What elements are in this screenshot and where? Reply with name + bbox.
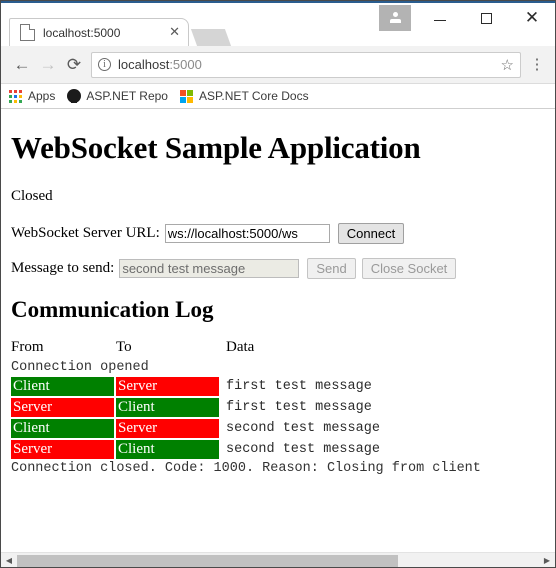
server-url-row: WebSocket Server URL: Connect xyxy=(11,223,545,244)
endpoint-badge: Client xyxy=(116,398,219,417)
close-socket-button[interactable]: Close Socket xyxy=(361,258,457,279)
message-row: Message to send: Send Close Socket xyxy=(11,258,545,279)
bookmark-aspnet-repo-label: ASP.NET Repo xyxy=(86,89,168,103)
tab-title: localhost:5000 xyxy=(43,25,121,40)
table-row: Connection closed. Code: 1000. Reason: C… xyxy=(11,460,481,477)
log-data-cell: second test message xyxy=(226,442,380,457)
tab-close-icon[interactable]: ✕ xyxy=(167,25,182,40)
horizontal-scrollbar[interactable]: ◀ ▶ xyxy=(1,552,555,568)
table-row: Client Server second test message xyxy=(11,418,481,439)
bookmark-star-icon[interactable]: ☆ xyxy=(497,56,514,74)
log-from-cell: Client xyxy=(11,418,116,439)
log-from-cell: Server xyxy=(11,439,116,460)
log-to-cell: Server xyxy=(116,376,226,397)
title-bar: ✕ localhost:5000 ✕ xyxy=(1,1,555,46)
back-button[interactable]: ← xyxy=(9,52,35,78)
forward-button: → xyxy=(39,54,57,74)
browser-toolbar: ← → ⟳ i localhost:5000 ☆ ⋮ xyxy=(1,46,555,84)
tab-strip: localhost:5000 ✕ xyxy=(1,18,555,46)
page-favicon-icon xyxy=(20,24,35,41)
scroll-left-arrow-icon[interactable]: ◀ xyxy=(1,553,17,568)
server-url-input[interactable] xyxy=(164,224,330,243)
log-header-row: From To Data xyxy=(11,339,481,359)
reload-button[interactable]: ⟳ xyxy=(61,52,87,78)
address-bar-url: localhost:5000 xyxy=(118,57,497,72)
endpoint-badge: Server xyxy=(11,440,114,459)
communication-log-heading: Communication Log xyxy=(11,297,214,322)
message-label: Message to send: xyxy=(11,260,115,276)
microsoft-icon xyxy=(179,89,193,103)
column-header-to: To xyxy=(116,339,132,355)
site-info-icon[interactable]: i xyxy=(98,58,111,71)
page-viewport: WebSocket Sample Application Closed WebS… xyxy=(1,109,555,568)
apps-grid-icon xyxy=(9,89,22,103)
bookmark-apps-label: Apps xyxy=(28,89,56,103)
endpoint-badge: Server xyxy=(116,419,219,438)
url-host: localhost xyxy=(118,57,170,72)
log-table-body: Connection opened Client Server first test … xyxy=(11,359,481,477)
column-header-data: Data xyxy=(226,339,255,355)
endpoint-badge: Server xyxy=(11,398,114,417)
scrollbar-track[interactable] xyxy=(17,553,539,568)
table-row: Server Client first test message xyxy=(11,397,481,418)
url-port: :5000 xyxy=(169,57,202,72)
log-from-cell: Client xyxy=(11,376,116,397)
scrollbar-thumb[interactable] xyxy=(17,554,399,567)
send-button[interactable]: Send xyxy=(307,258,356,279)
table-row: Connection opened xyxy=(11,359,481,376)
browser-menu-icon[interactable]: ⋮ xyxy=(527,57,547,72)
address-bar[interactable]: i localhost:5000 ☆ xyxy=(91,51,521,78)
endpoint-badge: Client xyxy=(11,377,114,396)
bookmark-apps[interactable]: Apps xyxy=(9,89,55,103)
endpoint-badge: Client xyxy=(11,419,114,438)
scroll-right-arrow-icon[interactable]: ▶ xyxy=(539,553,555,568)
log-to-cell: Client xyxy=(116,439,226,460)
log-data-cell: first test message xyxy=(226,379,372,394)
bookmarks-bar: Apps ASP.NET Repo ASP.NET Core Docs xyxy=(1,84,555,109)
log-to-cell: Server xyxy=(116,418,226,439)
log-table-head: From To Data xyxy=(11,339,481,359)
table-row: Client Server first test message xyxy=(11,376,481,397)
connect-button[interactable]: Connect xyxy=(337,223,405,244)
browser-window: ✕ localhost:5000 ✕ ← → ⟳ i localhost:500… xyxy=(0,0,556,568)
github-icon xyxy=(67,89,82,103)
log-data-cell: second test message xyxy=(226,421,380,436)
endpoint-badge: Client xyxy=(116,440,219,459)
table-row: Server Client second test message xyxy=(11,439,481,460)
bookmark-aspnet-core-docs[interactable]: ASP.NET Core Docs xyxy=(179,89,309,103)
log-note-cell: Connection opened xyxy=(11,360,149,375)
page-title: WebSocket Sample Application xyxy=(11,130,421,165)
log-data-cell: first test message xyxy=(226,400,372,415)
connection-status: Closed xyxy=(11,188,53,204)
bookmark-aspnet-repo[interactable]: ASP.NET Repo xyxy=(67,89,168,103)
browser-tab[interactable]: localhost:5000 ✕ xyxy=(9,18,189,46)
endpoint-badge: Server xyxy=(116,377,219,396)
message-input[interactable] xyxy=(119,259,300,278)
log-note-cell: Connection closed. Code: 1000. Reason: C… xyxy=(11,461,481,476)
bookmark-aspnet-core-docs-label: ASP.NET Core Docs xyxy=(198,89,309,103)
server-url-label: WebSocket Server URL: xyxy=(11,225,160,241)
communication-log-table: From To Data Connection opened Client Serv… xyxy=(11,339,481,477)
new-tab-button[interactable] xyxy=(190,29,232,46)
log-from-cell: Server xyxy=(11,397,116,418)
column-header-from: From xyxy=(11,339,44,355)
log-to-cell: Client xyxy=(116,397,226,418)
page-content: WebSocket Sample Application Closed WebS… xyxy=(1,109,555,477)
